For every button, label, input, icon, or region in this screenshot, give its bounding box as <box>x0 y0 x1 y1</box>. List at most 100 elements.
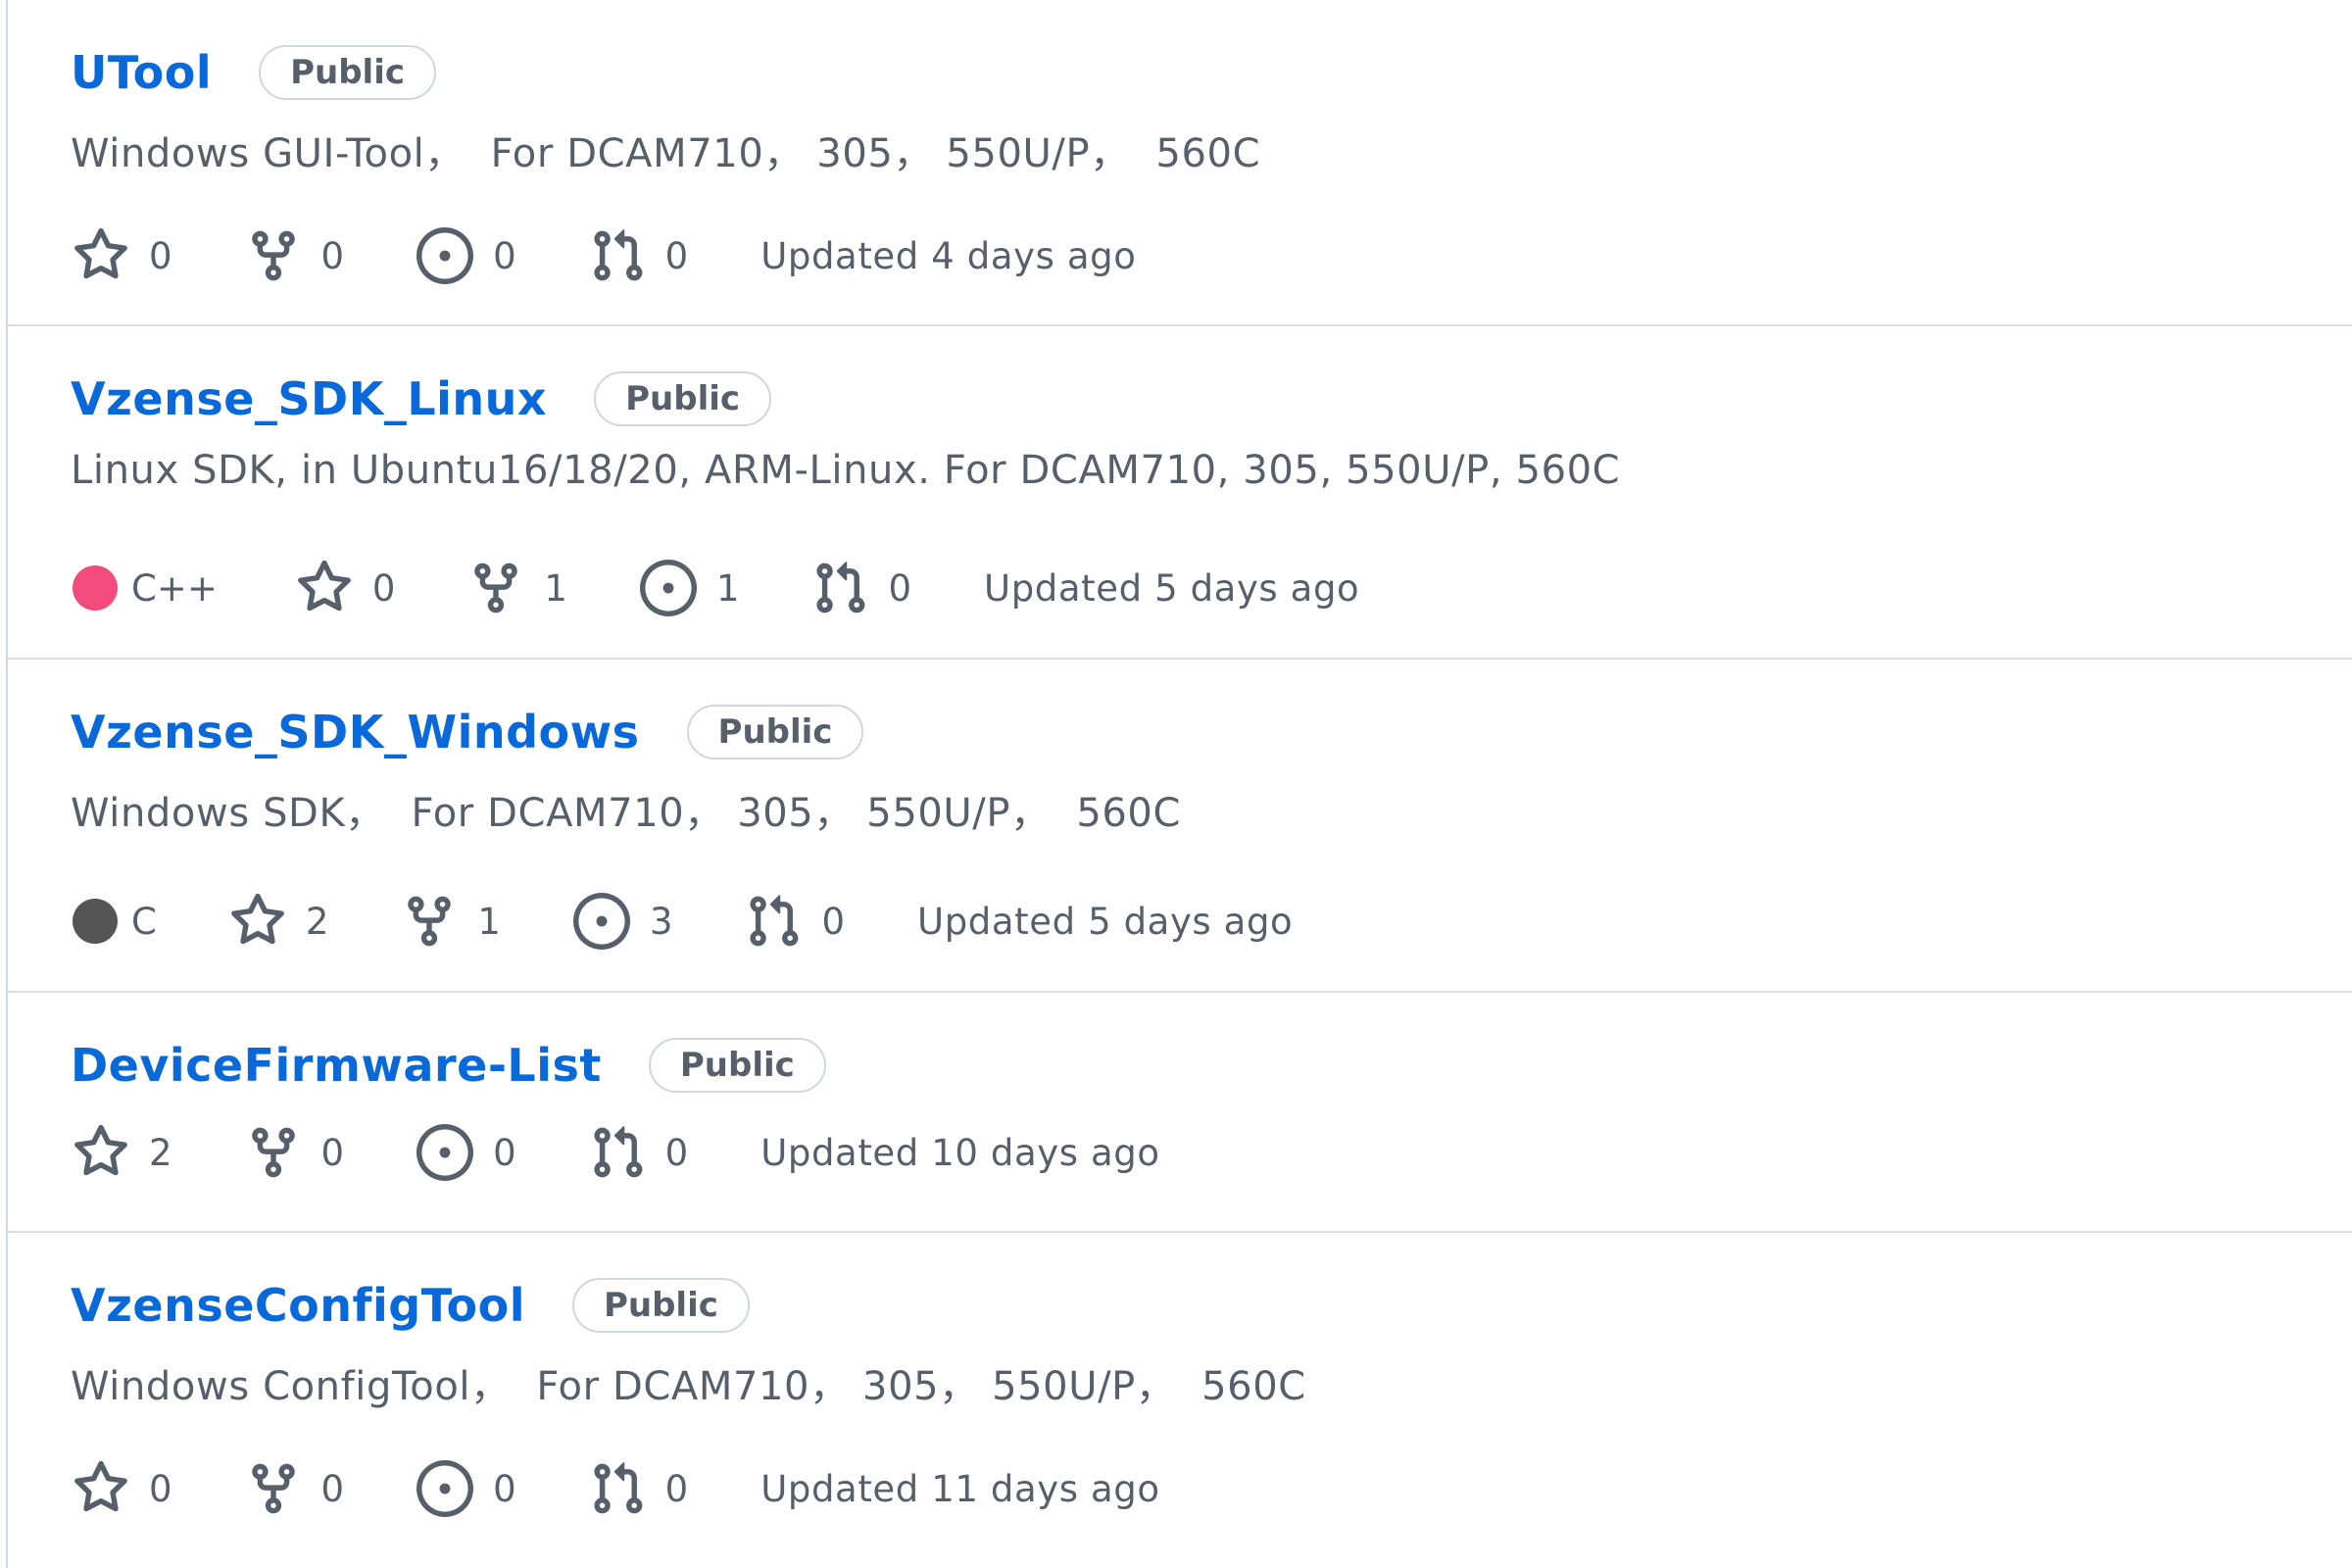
updated-time: Updated 10 days ago <box>760 1131 1160 1174</box>
language-color-dot <box>73 899 118 944</box>
git-pull-request-icon <box>745 893 802 950</box>
repo-name-link[interactable]: Vzense_SDK_Windows <box>71 706 640 759</box>
repo-name-link[interactable]: VzenseConfigTool <box>71 1279 525 1332</box>
git-pull-request-icon <box>589 227 646 284</box>
forks-link[interactable]: 0 <box>245 227 345 284</box>
visibility-badge: Public <box>571 1278 750 1333</box>
repo-description: Windows GUI-Tool， For DCAM710， 305， 550U… <box>71 131 1261 176</box>
issue-opened-icon <box>416 1460 474 1517</box>
stars-link[interactable]: 0 <box>73 227 172 284</box>
issues-link[interactable]: 1 <box>639 560 740 616</box>
star-icon <box>73 1124 129 1181</box>
forks-count: 0 <box>320 1131 345 1174</box>
star-icon <box>73 1460 129 1517</box>
git-pull-request-icon <box>589 1124 646 1181</box>
language-color-dot <box>73 565 118 611</box>
language-label: C++ <box>73 565 218 611</box>
issues-link[interactable]: 3 <box>572 893 673 950</box>
updated-time: Updated 5 days ago <box>917 900 1294 943</box>
repo-description: Windows SDK， For DCAM710， 305， 550U/P， 5… <box>71 791 1181 836</box>
repo-forked-icon <box>401 893 458 950</box>
pulls-link[interactable]: 0 <box>589 227 689 284</box>
pulls-count: 0 <box>664 1467 689 1510</box>
repo-meta: 2 0 0 0 Updated 10 days ago <box>73 1124 1160 1181</box>
repo-title-row: UTool Public <box>71 45 437 100</box>
forks-link[interactable]: 0 <box>245 1124 345 1181</box>
repo-list-item: Vzense_SDK_Linux Public Linux SDK, in Ub… <box>8 326 2352 660</box>
forks-count: 1 <box>477 900 501 943</box>
repo-list-item: Vzense_SDK_Windows Public Windows SDK， F… <box>8 660 2352 993</box>
repo-name-link[interactable]: DeviceFirmware-List <box>71 1039 602 1092</box>
repo-title-row: Vzense_SDK_Linux Public <box>71 371 772 426</box>
repo-forked-icon <box>245 227 302 284</box>
forks-count: 0 <box>320 1467 345 1510</box>
updated-time: Updated 5 days ago <box>984 566 1360 610</box>
issue-opened-icon <box>416 1124 474 1181</box>
repo-meta: C 2 1 3 0 Updated 5 days ago <box>73 893 1293 950</box>
repo-list-item: UTool Public Windows GUI-Tool， For DCAM7… <box>8 0 2352 326</box>
repo-forked-icon <box>245 1460 302 1517</box>
language-name: C++ <box>131 566 218 610</box>
pulls-link[interactable]: 0 <box>811 560 911 616</box>
forks-link[interactable]: 1 <box>467 560 567 616</box>
pulls-link[interactable]: 0 <box>589 1460 689 1517</box>
repo-list-item: DeviceFirmware-List Public 2 0 0 0 Updat… <box>8 993 2352 1233</box>
updated-time: Updated 4 days ago <box>760 234 1137 277</box>
issues-link[interactable]: 0 <box>416 1460 516 1517</box>
issues-link[interactable]: 0 <box>416 227 516 284</box>
updated-time: Updated 11 days ago <box>760 1467 1160 1510</box>
forks-link[interactable]: 1 <box>401 893 501 950</box>
git-pull-request-icon <box>589 1460 646 1517</box>
repo-meta: 0 0 0 0 Updated 11 days ago <box>73 1460 1160 1517</box>
issue-opened-icon <box>572 893 630 950</box>
issues-count: 0 <box>493 234 516 277</box>
pulls-count: 0 <box>821 900 846 943</box>
repo-title-row: DeviceFirmware-List Public <box>71 1038 826 1093</box>
repo-description: Windows ConfigTool， For DCAM710， 305， 55… <box>71 1364 1306 1409</box>
visibility-badge: Public <box>259 45 437 100</box>
repo-forked-icon <box>467 560 524 616</box>
forks-count: 1 <box>544 566 567 610</box>
language-name: C <box>131 900 157 943</box>
visibility-badge: Public <box>648 1038 826 1093</box>
pulls-link[interactable]: 0 <box>589 1124 689 1181</box>
stars-count: 2 <box>149 1131 172 1174</box>
language-label: C <box>73 899 157 944</box>
issues-count: 0 <box>493 1467 516 1510</box>
stars-count: 0 <box>149 234 172 277</box>
stars-count: 0 <box>371 566 396 610</box>
repo-description: Linux SDK, in Ubuntu16/18/20, ARM-Linux.… <box>71 448 1621 493</box>
visibility-badge: Public <box>594 371 772 426</box>
repo-title-row: Vzense_SDK_Windows Public <box>71 705 864 760</box>
pulls-count: 0 <box>888 566 912 610</box>
visibility-badge: Public <box>686 705 864 760</box>
forks-count: 0 <box>320 234 345 277</box>
issue-opened-icon <box>639 560 697 616</box>
pulls-count: 0 <box>664 1131 689 1174</box>
repo-meta: C++ 0 1 1 0 Updated 5 days ago <box>73 560 1359 616</box>
repo-meta: 0 0 0 0 Updated 4 days ago <box>73 227 1136 284</box>
stars-link[interactable]: 0 <box>296 560 396 616</box>
star-icon <box>296 560 353 616</box>
stars-count: 2 <box>305 900 329 943</box>
issues-link[interactable]: 0 <box>416 1124 516 1181</box>
issues-count: 3 <box>649 900 673 943</box>
stars-link[interactable]: 2 <box>229 893 329 950</box>
stars-link[interactable]: 0 <box>73 1460 172 1517</box>
repository-list: UTool Public Windows GUI-Tool， For DCAM7… <box>6 0 2352 1568</box>
star-icon <box>229 893 286 950</box>
repo-name-link[interactable]: UTool <box>71 46 212 99</box>
repo-list-item: VzenseConfigTool Public Windows ConfigTo… <box>8 1233 2352 1568</box>
stars-link[interactable]: 2 <box>73 1124 172 1181</box>
pulls-count: 0 <box>664 234 689 277</box>
issue-opened-icon <box>416 227 474 284</box>
repo-forked-icon <box>245 1124 302 1181</box>
pulls-link[interactable]: 0 <box>745 893 845 950</box>
star-icon <box>73 227 129 284</box>
forks-link[interactable]: 0 <box>245 1460 345 1517</box>
issues-count: 1 <box>715 566 740 610</box>
git-pull-request-icon <box>811 560 868 616</box>
issues-count: 0 <box>493 1131 516 1174</box>
repo-name-link[interactable]: Vzense_SDK_Linux <box>71 372 547 425</box>
stars-count: 0 <box>149 1467 172 1510</box>
